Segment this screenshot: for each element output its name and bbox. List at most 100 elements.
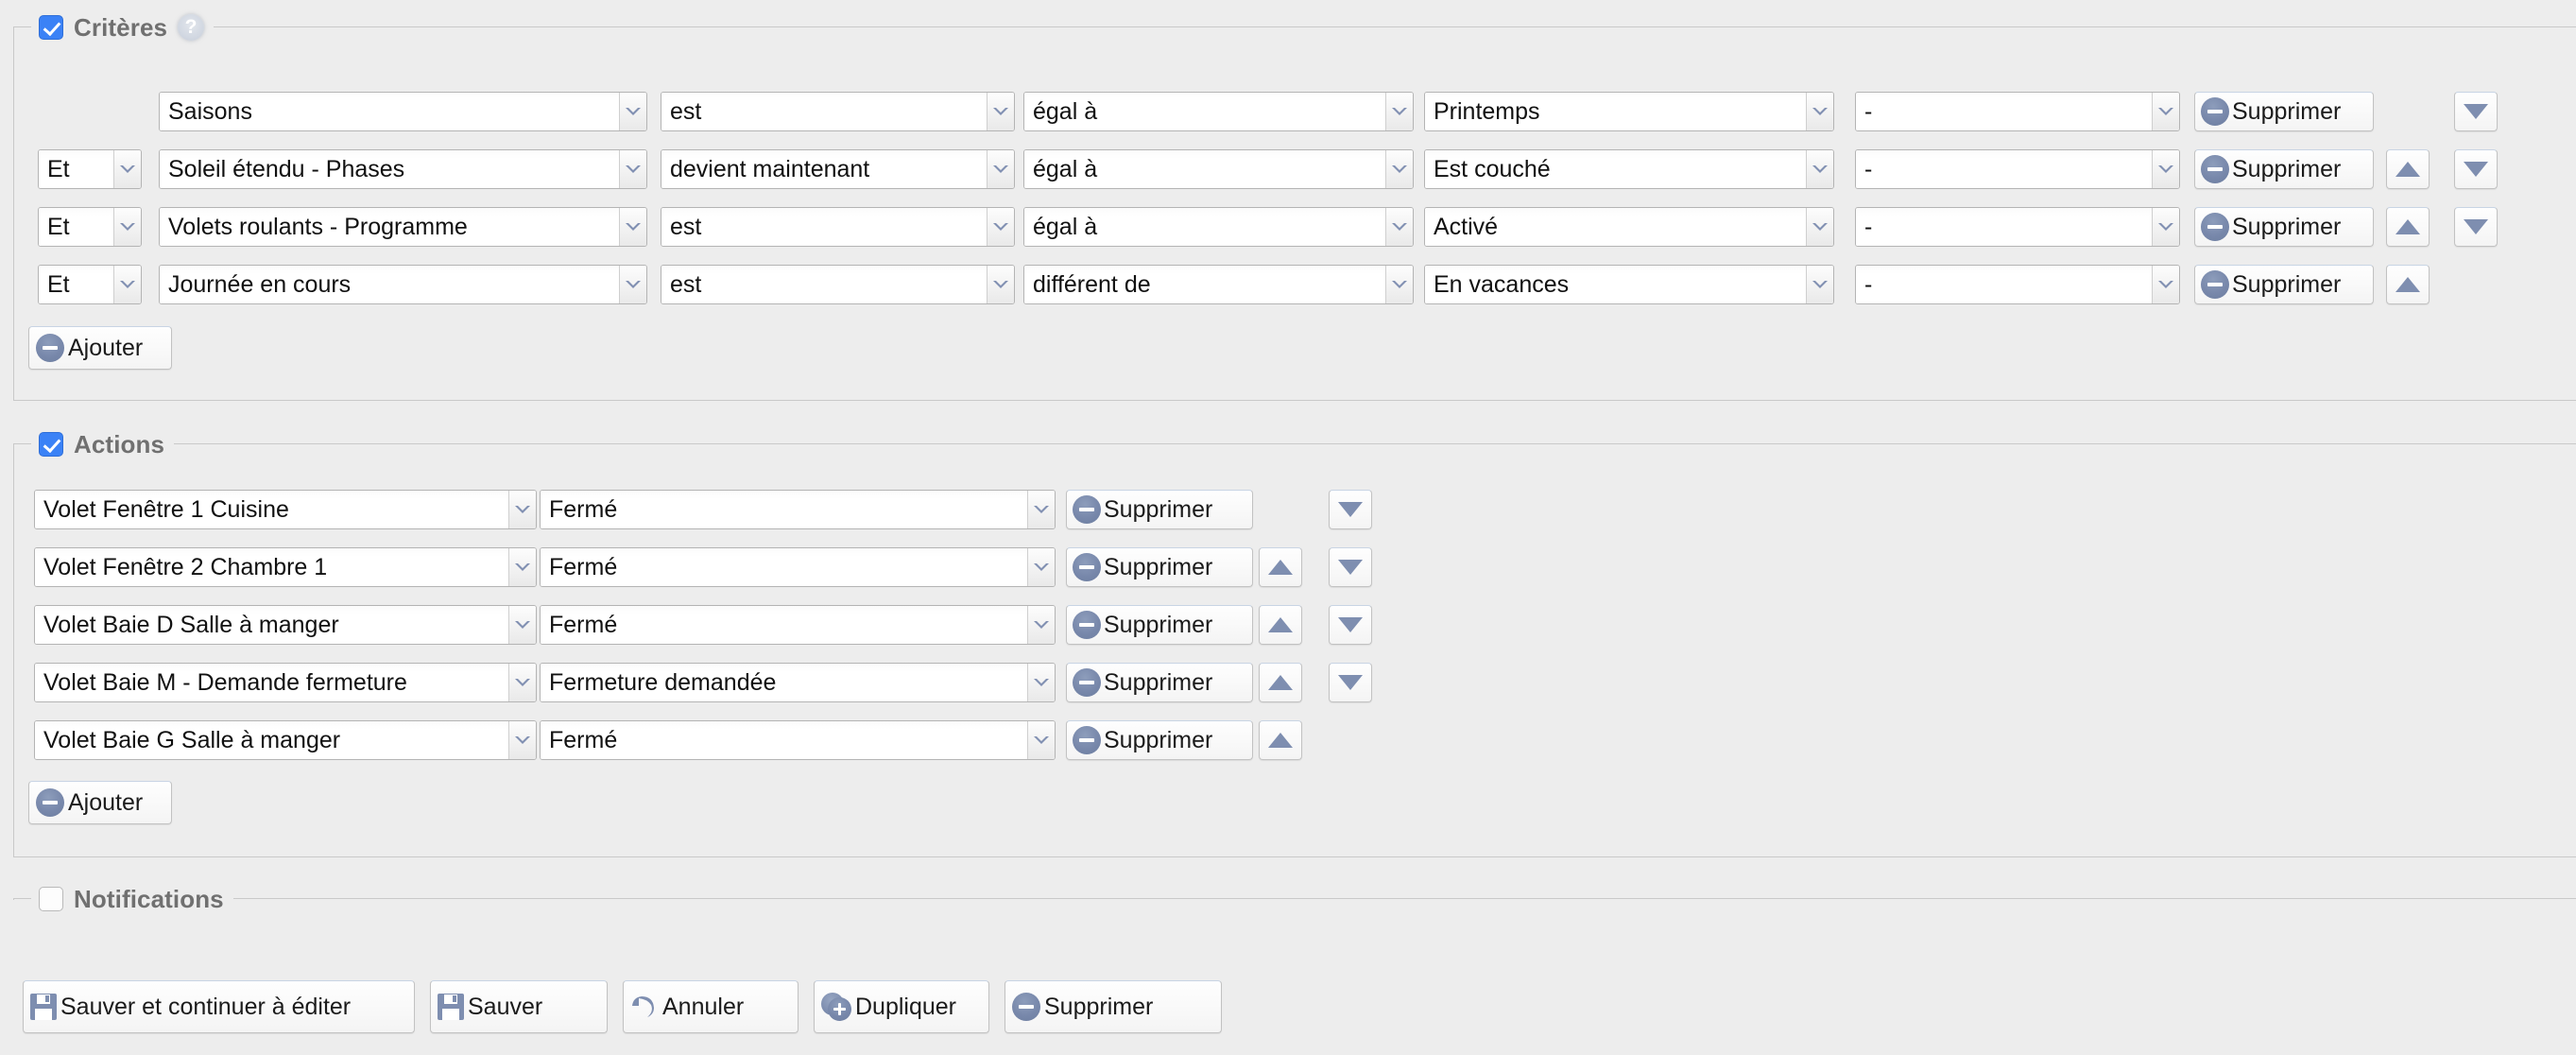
action-move-up-button-2[interactable] [1259,605,1302,645]
action-delete-button-4[interactable]: Supprimer [1066,720,1253,760]
criteria-move-down-button-0[interactable] [2454,92,2498,131]
chevron-down-icon[interactable] [113,208,141,246]
chevron-down-icon[interactable] [1385,208,1413,246]
chevron-down-icon[interactable] [113,266,141,303]
chevron-down-icon[interactable] [619,150,646,188]
criteria-operator-select-1[interactable]: égal à [1023,149,1414,189]
action-move-up-button-4[interactable] [1259,720,1302,760]
chevron-down-icon[interactable] [1027,721,1055,759]
chevron-down-icon[interactable] [1385,150,1413,188]
criteria-event-select-0[interactable]: est [661,92,1015,131]
action-target-select-0[interactable]: Volet Fenêtre 1 Cuisine [34,490,537,529]
criteria-operator-select-3[interactable]: différent de [1023,265,1414,304]
chevron-down-icon[interactable] [1027,548,1055,586]
criteria-move-down-button-2[interactable] [2454,207,2498,247]
footer-button-3[interactable]: Dupliquer [814,980,989,1033]
criteria-logic-select-3[interactable]: Et [38,265,142,304]
criteria-extra-select-1[interactable]: - [1855,149,2180,189]
action-target-select-3[interactable]: Volet Baie M - Demande fermeture [34,663,537,702]
criteria-extra-select-2[interactable]: - [1855,207,2180,247]
help-icon[interactable]: ? [178,14,205,41]
chevron-down-icon[interactable] [508,491,536,528]
chevron-down-icon[interactable] [1806,208,1833,246]
chevron-down-icon[interactable] [508,548,536,586]
criteria-extra-select-0[interactable]: - [1855,92,2180,131]
criteria-delete-button-1[interactable]: Supprimer [2194,149,2374,189]
criteria-event-select-3[interactable]: est [661,265,1015,304]
action-target-select-4[interactable]: Volet Baie G Salle à manger [34,720,537,760]
action-delete-button-0[interactable]: Supprimer [1066,490,1253,529]
chevron-down-icon[interactable] [619,208,646,246]
chevron-down-icon[interactable] [2152,208,2179,246]
action-target-select-1[interactable]: Volet Fenêtre 2 Chambre 1 [34,547,537,587]
criteria-subject-select-1[interactable]: Soleil étendu - Phases [159,149,647,189]
criteria-logic-select-2[interactable]: Et [38,207,142,247]
chevron-down-icon[interactable] [1806,266,1833,303]
action-state-select-2[interactable]: Fermé [540,605,1056,645]
footer-button-0[interactable]: Sauver et continuer à éditer [23,980,415,1033]
criteria-add-button[interactable]: Ajouter [28,326,172,370]
chevron-down-icon[interactable] [113,150,141,188]
criteria-subject-select-0[interactable]: Saisons [159,92,647,131]
chevron-down-icon[interactable] [1027,491,1055,528]
criteria-operator-select-2[interactable]: égal à [1023,207,1414,247]
criteria-event-select-2[interactable]: est [661,207,1015,247]
chevron-down-icon[interactable] [1806,150,1833,188]
chevron-down-icon[interactable] [1027,664,1055,701]
action-delete-button-2[interactable]: Supprimer [1066,605,1253,645]
action-move-up-button-3[interactable] [1259,663,1302,702]
action-target-select-2[interactable]: Volet Baie D Salle à manger [34,605,537,645]
criteria-operator-select-0[interactable]: égal à [1023,92,1414,131]
criteria-move-up-button-1[interactable] [2386,149,2430,189]
criteria-move-up-button-2[interactable] [2386,207,2430,247]
chevron-down-icon[interactable] [987,150,1014,188]
footer-button-1[interactable]: Sauver [430,980,608,1033]
chevron-down-icon[interactable] [1385,93,1413,130]
notifications-enabled-checkbox[interactable] [39,887,63,911]
action-state-select-3[interactable]: Fermeture demandée [540,663,1056,702]
chevron-down-icon[interactable] [2152,150,2179,188]
action-delete-button-1[interactable]: Supprimer [1066,547,1253,587]
chevron-down-icon[interactable] [619,266,646,303]
footer-button-2[interactable]: Annuler [623,980,799,1033]
criteria-delete-button-2[interactable]: Supprimer [2194,207,2374,247]
footer-button-4[interactable]: Supprimer [1005,980,1222,1033]
criteria-value-select-2[interactable]: Activé [1424,207,1834,247]
chevron-down-icon[interactable] [508,606,536,644]
criteria-subject-select-2[interactable]: Volets roulants - Programme [159,207,647,247]
chevron-down-icon[interactable] [2152,93,2179,130]
criteria-move-down-button-1[interactable] [2454,149,2498,189]
action-state-select-4[interactable]: Fermé [540,720,1056,760]
action-move-down-button-0[interactable] [1329,490,1372,529]
action-state-select-0[interactable]: Fermé [540,490,1056,529]
criteria-move-up-button-3[interactable] [2386,265,2430,304]
action-add-button[interactable]: Ajouter [28,781,172,824]
action-delete-button-3[interactable]: Supprimer [1066,663,1253,702]
chevron-down-icon[interactable] [1806,93,1833,130]
chevron-down-icon[interactable] [619,93,646,130]
criteria-value-select-1[interactable]: Est couché [1424,149,1834,189]
chevron-down-icon[interactable] [2152,266,2179,303]
action-move-up-button-1[interactable] [1259,547,1302,587]
action-move-down-button-1[interactable] [1329,547,1372,587]
action-state-select-1[interactable]: Fermé [540,547,1056,587]
criteria-delete-button-3[interactable]: Supprimer [2194,265,2374,304]
criteria-value-select-3[interactable]: En vacances [1424,265,1834,304]
chevron-down-icon[interactable] [987,93,1014,130]
action-move-down-button-3[interactable] [1329,663,1372,702]
chevron-down-icon[interactable] [987,208,1014,246]
chevron-down-icon[interactable] [1385,266,1413,303]
chevron-down-icon[interactable] [1027,606,1055,644]
criteria-value-select-0[interactable]: Printemps [1424,92,1834,131]
criteria-delete-button-0[interactable]: Supprimer [2194,92,2374,131]
chevron-down-icon[interactable] [987,266,1014,303]
action-move-down-button-2[interactable] [1329,605,1372,645]
chevron-down-icon[interactable] [508,721,536,759]
criteria-logic-select-1[interactable]: Et [38,149,142,189]
criteria-extra-select-3[interactable]: - [1855,265,2180,304]
criteria-enabled-checkbox[interactable] [39,15,63,40]
chevron-down-icon[interactable] [508,664,536,701]
actions-enabled-checkbox[interactable] [39,432,63,457]
criteria-event-select-1[interactable]: devient maintenant [661,149,1015,189]
criteria-subject-select-3[interactable]: Journée en cours [159,265,647,304]
